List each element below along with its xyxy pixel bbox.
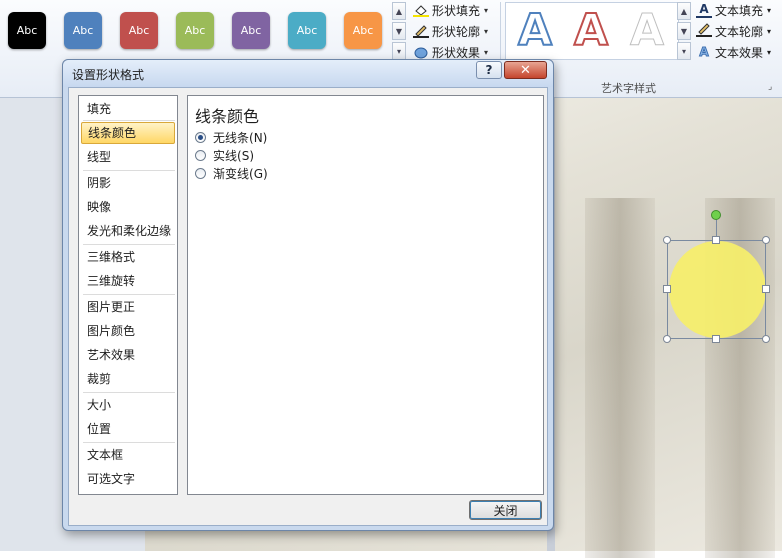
- chevron-down-icon: ▾: [767, 47, 772, 57]
- wordart-style-red[interactable]: A: [573, 4, 609, 57]
- resize-handle-left[interactable]: [663, 285, 671, 293]
- pencil-icon: [413, 24, 429, 38]
- radio-shortcut: (N): [249, 130, 268, 145]
- radio-solid-line[interactable]: 实线 (S): [195, 147, 254, 164]
- text-outline-label: 文本轮廓: [715, 24, 764, 39]
- resize-handle-top[interactable]: [712, 236, 720, 244]
- text-fill-icon: A: [696, 2, 712, 18]
- resize-handle-top-right[interactable]: [762, 236, 770, 244]
- gallery-scroll-up-button[interactable]: ▲: [392, 2, 406, 20]
- chevron-down-icon: ▾: [767, 5, 772, 15]
- radio-gradient-line[interactable]: 渐变线 (G): [195, 165, 268, 182]
- category-item[interactable]: 线型: [81, 146, 175, 168]
- radio-no-line[interactable]: 无线条 (N): [195, 129, 267, 146]
- resize-handle-bottom[interactable]: [712, 335, 720, 343]
- radio-button[interactable]: [195, 150, 206, 161]
- chevron-down-icon: ▾: [484, 47, 489, 57]
- text-effects-label: 文本效果: [715, 45, 764, 60]
- dialog-body: 填充 线条颜色 线型 阴影 映像 发光和柔化边缘 三维格式 三维旋转 图片更正 图片颜色 艺术效果裁…: [68, 87, 548, 526]
- gallery-more-button[interactable]: ▾: [392, 42, 406, 60]
- category-divider: [83, 442, 175, 443]
- category-item[interactable]: 阴影: [81, 172, 175, 194]
- shape-effects-icon: [413, 45, 429, 59]
- radio-label: 渐变线: [213, 167, 250, 181]
- paint-bucket-icon: [413, 3, 429, 17]
- shape-outline-label: 形状轮廓: [432, 24, 481, 39]
- radio-label: 无线条: [213, 131, 250, 145]
- chevron-down-icon: ▾: [484, 26, 489, 36]
- category-item[interactable]: 填充: [81, 98, 175, 120]
- shape-style-swatch[interactable]: Abc: [64, 12, 102, 49]
- category-item[interactable]: 位置: [81, 418, 175, 440]
- background-tree-trunk: [585, 198, 655, 558]
- close-button[interactable]: 关闭: [469, 500, 542, 520]
- category-item[interactable]: 文本框: [81, 444, 175, 466]
- rotation-handle[interactable]: [711, 210, 721, 220]
- radio-button[interactable]: [195, 132, 206, 143]
- dialog-titlebar[interactable]: 设置形状格式 ? ✕: [63, 60, 553, 87]
- help-button[interactable]: ?: [476, 61, 502, 79]
- text-outline-icon: [696, 22, 712, 40]
- shape-effects-label: 形状效果: [432, 45, 481, 60]
- dialog-title: 设置形状格式: [72, 68, 145, 82]
- selection-frame: [667, 240, 766, 339]
- category-divider: [83, 294, 175, 295]
- wordart-more-button[interactable]: ▾: [677, 42, 691, 60]
- resize-handle-right[interactable]: [762, 285, 770, 293]
- shape-style-swatch[interactable]: Abc: [176, 12, 214, 49]
- resize-handle-bottom-right[interactable]: [762, 335, 770, 343]
- format-shape-dialog: 设置形状格式 ? ✕ 填充 线条颜色 线型 阴影 映像 发光和柔化边缘 三维格式 三维旋转 图片…: [62, 59, 554, 531]
- radio-shortcut: (G): [249, 166, 268, 181]
- shape-fill-button[interactable]: 形状填充 ▾: [413, 1, 488, 19]
- resize-handle-bottom-left[interactable]: [663, 335, 671, 343]
- category-item[interactable]: 发光和柔化边缘: [81, 220, 175, 242]
- category-item[interactable]: 图片更正: [81, 296, 175, 318]
- dialog-launcher-icon[interactable]: ⌟: [768, 82, 772, 92]
- resize-handle-top-left[interactable]: [663, 236, 671, 244]
- category-divider: [83, 120, 175, 121]
- line-color-panel: 线条颜色 无线条 (N) 实线 (S) 渐变线 (G): [187, 95, 544, 495]
- wordart-style-gallery[interactable]: A A A: [505, 2, 679, 60]
- category-divider: [83, 170, 175, 171]
- radio-shortcut: (S): [237, 148, 254, 163]
- category-divider: [83, 244, 175, 245]
- panel-heading: 线条颜色: [195, 107, 260, 126]
- wordart-style-white[interactable]: A: [629, 5, 664, 57]
- category-list: 填充 线条颜色 线型阴影 映像 发光和柔化边缘 三维格式 三维旋转图片更正 图片颜色 艺术效果裁…: [78, 95, 178, 495]
- category-item[interactable]: 图片颜色: [81, 320, 175, 342]
- radio-label: 实线: [213, 149, 238, 163]
- shape-style-swatch[interactable]: Abc: [288, 12, 326, 49]
- gallery-scroll-down-button[interactable]: ▼: [392, 22, 406, 40]
- shape-fill-label: 形状填充: [432, 3, 481, 18]
- text-effects-icon: A: [699, 45, 709, 60]
- text-effects-button[interactable]: A 文本效果 ▾: [696, 43, 771, 61]
- chevron-down-icon: ▾: [767, 26, 772, 36]
- shape-style-swatch[interactable]: Abc: [8, 12, 46, 49]
- category-item[interactable]: 线条颜色: [81, 122, 175, 144]
- wordart-style-blue[interactable]: A: [517, 4, 553, 57]
- text-fill-button[interactable]: A 文本填充 ▾: [696, 1, 771, 19]
- category-item[interactable]: 三维旋转: [81, 270, 175, 292]
- category-item[interactable]: 艺术效果: [81, 344, 175, 366]
- shape-style-swatch[interactable]: Abc: [344, 12, 382, 49]
- category-item[interactable]: 映像: [81, 196, 175, 218]
- text-fill-label: 文本填充: [715, 3, 764, 18]
- category-item[interactable]: 三维格式: [81, 246, 175, 268]
- chevron-down-icon: ▾: [484, 5, 489, 15]
- wordart-scroll-down-button[interactable]: ▼: [677, 22, 691, 40]
- category-item[interactable]: 大小: [81, 394, 175, 416]
- text-outline-button[interactable]: 文本轮廓 ▾: [696, 22, 771, 40]
- close-icon[interactable]: ✕: [504, 61, 547, 79]
- category-item[interactable]: 可选文字: [81, 468, 175, 490]
- shape-style-swatch[interactable]: Abc: [120, 12, 158, 49]
- shape-style-swatch[interactable]: Abc: [232, 12, 270, 49]
- radio-button[interactable]: [195, 168, 206, 179]
- wordart-group-label: 艺术字样式: [601, 82, 656, 95]
- wordart-scroll-up-button[interactable]: ▲: [677, 2, 691, 20]
- category-divider: [83, 392, 175, 393]
- category-item[interactable]: 裁剪: [81, 368, 175, 390]
- shape-outline-button[interactable]: 形状轮廓 ▾: [413, 22, 488, 40]
